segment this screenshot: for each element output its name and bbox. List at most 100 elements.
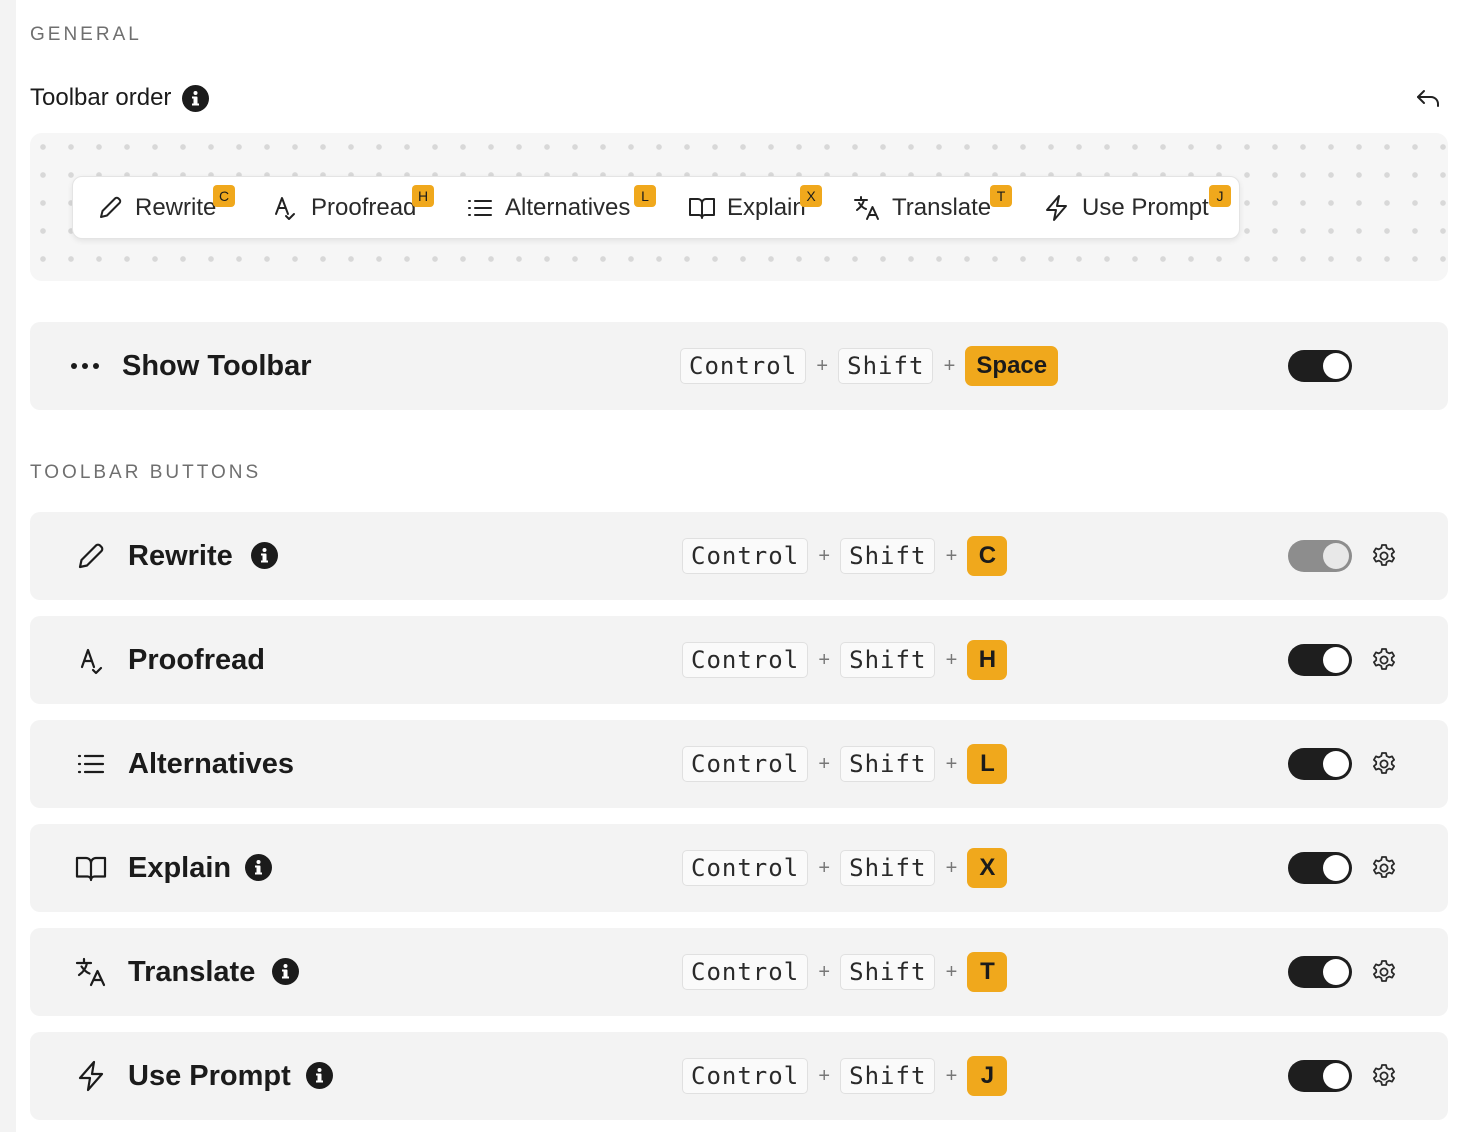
preview-item-label: Explain bbox=[727, 193, 806, 221]
more-dots-icon bbox=[71, 363, 99, 369]
preview-item-use-prompt[interactable]: Use Prompt bbox=[1042, 177, 1209, 238]
preview-shortcut-badge: H bbox=[412, 185, 434, 207]
book-icon bbox=[75, 856, 107, 882]
shortcut-keys[interactable]: Control + Shift + L bbox=[682, 720, 1008, 808]
shortcut-keys[interactable]: Control + Shift + X bbox=[682, 824, 1008, 912]
key-shift: Shift bbox=[840, 746, 936, 782]
toolbar-button-row-proofread: Proofread Control + Shift + H bbox=[30, 616, 1448, 704]
plus-sign: + bbox=[945, 1064, 958, 1087]
info-icon[interactable] bbox=[245, 854, 272, 881]
preview-item-label: Alternatives bbox=[505, 193, 631, 221]
toggle-knob bbox=[1323, 543, 1349, 569]
plus-sign: + bbox=[945, 544, 958, 567]
row-label: Explain bbox=[128, 851, 232, 884]
plus-sign: + bbox=[818, 856, 830, 879]
gear-icon[interactable] bbox=[1370, 646, 1398, 674]
plus-sign: + bbox=[945, 648, 958, 671]
key-control: Control bbox=[680, 348, 807, 384]
preview-item-explain[interactable]: Explain bbox=[687, 177, 806, 238]
toolbar-button-row-alternatives: Alternatives Control + Shift + L bbox=[30, 720, 1448, 808]
preview-item-label: Proofread bbox=[311, 193, 417, 221]
plus-sign: + bbox=[818, 752, 830, 775]
plus-sign: + bbox=[818, 544, 830, 567]
key-accent: C bbox=[967, 536, 1008, 576]
alternatives-toggle[interactable] bbox=[1288, 748, 1352, 780]
book-icon bbox=[689, 197, 715, 219]
plus-sign: + bbox=[816, 354, 828, 377]
gear-icon[interactable] bbox=[1370, 958, 1398, 986]
section-heading-general: GENERAL bbox=[30, 24, 142, 45]
key-accent: J bbox=[967, 1056, 1008, 1096]
translate-toggle[interactable] bbox=[1288, 956, 1352, 988]
key-shift: Shift bbox=[840, 954, 936, 990]
translate-icon bbox=[854, 195, 879, 220]
show-toolbar-toggle[interactable] bbox=[1288, 350, 1352, 382]
key-shift: Shift bbox=[838, 348, 934, 384]
info-icon[interactable] bbox=[182, 84, 210, 112]
explain-toggle[interactable] bbox=[1288, 852, 1352, 884]
proofread-toggle[interactable] bbox=[1288, 644, 1352, 676]
shortcut-keys[interactable]: Control + Shift + Space bbox=[680, 322, 1059, 410]
list-icon bbox=[77, 754, 105, 774]
plus-sign: + bbox=[945, 960, 958, 983]
shortcut-keys[interactable]: Control + Shift + C bbox=[682, 512, 1008, 600]
preview-shortcut-badge: C bbox=[213, 185, 235, 207]
rewrite-toggle[interactable] bbox=[1288, 540, 1352, 572]
preview-item-label: Translate bbox=[892, 193, 992, 221]
plus-sign: + bbox=[818, 1064, 830, 1087]
pencil-icon bbox=[78, 543, 104, 569]
toggle-knob bbox=[1323, 647, 1349, 673]
toolbar-button-row-use-prompt: Use Prompt Control + Shift + J bbox=[30, 1032, 1448, 1120]
list-icon bbox=[468, 199, 492, 216]
plus-sign: + bbox=[945, 856, 958, 879]
preview-item-translate[interactable]: Translate bbox=[852, 177, 991, 238]
preview-item-label: Use Prompt bbox=[1082, 193, 1209, 221]
info-icon[interactable] bbox=[272, 958, 299, 985]
gear-icon[interactable] bbox=[1370, 542, 1398, 570]
preview-item-proofread[interactable]: Proofread bbox=[271, 177, 416, 238]
shortcut-keys[interactable]: Control + Shift + J bbox=[682, 1032, 1008, 1120]
use-prompt-toggle[interactable] bbox=[1288, 1060, 1352, 1092]
plus-sign: + bbox=[818, 648, 830, 671]
toolbar-order-label: Toolbar order bbox=[30, 84, 172, 111]
lightning-icon bbox=[78, 1060, 104, 1092]
key-control: Control bbox=[682, 1058, 809, 1094]
preview-item-label: Rewrite bbox=[135, 193, 217, 221]
preview-item-alternatives[interactable]: Alternatives bbox=[465, 177, 630, 238]
key-control: Control bbox=[682, 538, 809, 574]
row-label: Translate bbox=[128, 955, 256, 988]
pencil-icon bbox=[100, 196, 122, 218]
key-shift: Shift bbox=[840, 1058, 936, 1094]
toggle-knob bbox=[1323, 855, 1349, 881]
key-shift: Shift bbox=[840, 850, 936, 886]
toolbar-button-row-translate: Translate Control + Shift + T bbox=[30, 928, 1448, 1016]
spellcheck-icon bbox=[80, 648, 103, 675]
key-accent: X bbox=[967, 848, 1008, 888]
plus-sign: + bbox=[945, 752, 958, 775]
preview-item-rewrite[interactable]: Rewrite bbox=[95, 177, 216, 238]
shortcut-keys[interactable]: Control + Shift + T bbox=[682, 928, 1008, 1016]
gear-icon[interactable] bbox=[1370, 1062, 1398, 1090]
gear-icon[interactable] bbox=[1370, 750, 1398, 778]
preview-shortcut-badge: X bbox=[800, 185, 822, 207]
info-icon[interactable] bbox=[251, 542, 278, 569]
gear-icon[interactable] bbox=[1370, 854, 1398, 882]
key-control: Control bbox=[682, 954, 809, 990]
plus-sign: + bbox=[818, 960, 830, 983]
show-toolbar-row: Show Toolbar Control + Shift + Space bbox=[30, 322, 1448, 410]
key-control: Control bbox=[682, 642, 809, 678]
spellcheck-icon bbox=[275, 196, 295, 220]
toolbar-button-row-rewrite: Rewrite Control + Shift + C bbox=[30, 512, 1448, 600]
key-shift: Shift bbox=[840, 538, 936, 574]
key-accent: L bbox=[967, 744, 1008, 784]
left-edge bbox=[0, 0, 16, 1132]
shortcut-keys[interactable]: Control + Shift + H bbox=[682, 616, 1008, 704]
plus-sign: + bbox=[943, 354, 956, 377]
info-icon[interactable] bbox=[306, 1062, 333, 1089]
key-accent: H bbox=[967, 640, 1008, 680]
row-label: Rewrite bbox=[128, 539, 233, 572]
key-accent: T bbox=[967, 952, 1008, 992]
undo-icon[interactable] bbox=[1414, 84, 1442, 112]
toggle-knob bbox=[1323, 959, 1349, 985]
key-control: Control bbox=[682, 850, 809, 886]
